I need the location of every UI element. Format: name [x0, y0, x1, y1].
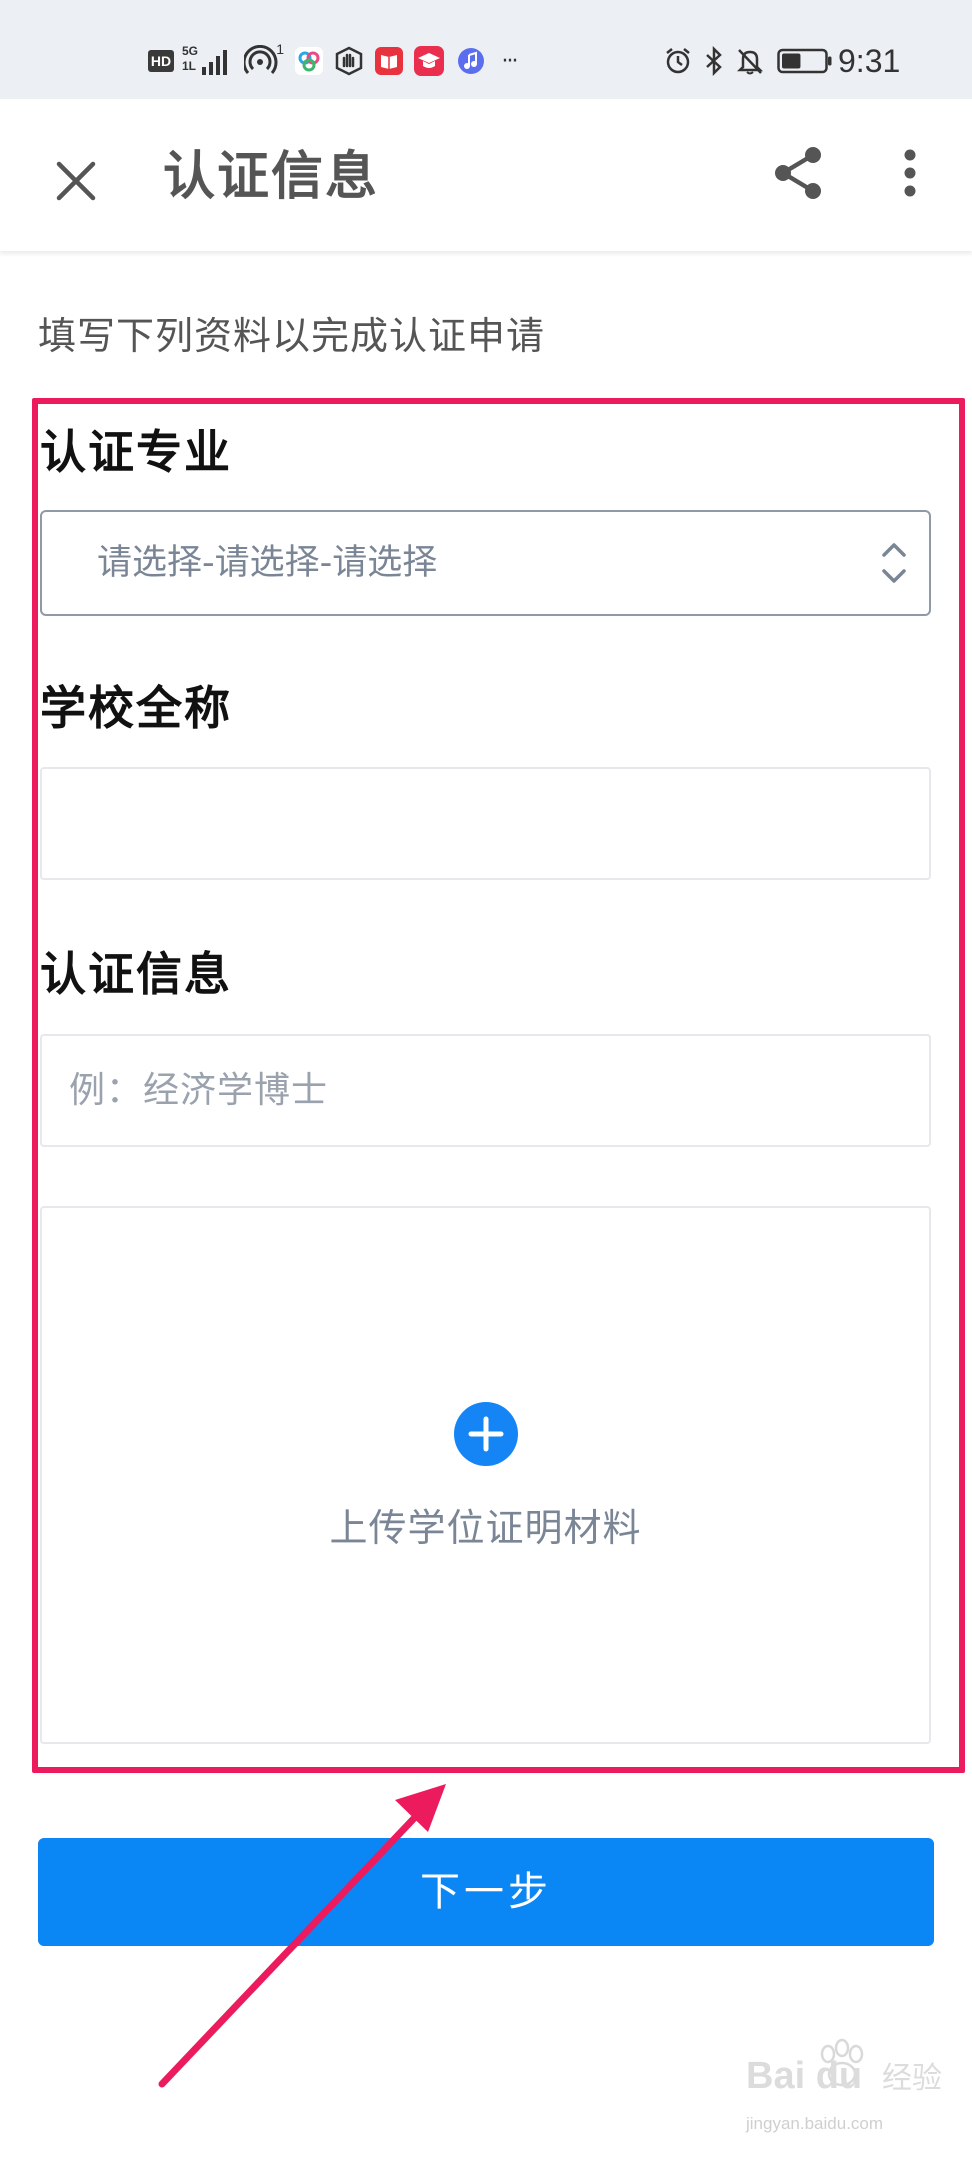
graduation-cap-app-icon	[412, 45, 446, 77]
clock-time: 9:31	[838, 42, 948, 79]
status-bar: HD 5G 1L 1 ··· 9:31	[0, 0, 972, 99]
hd-label: HD	[147, 50, 175, 72]
network-sub-label: 1L	[182, 59, 197, 73]
more-indicator: ···	[501, 48, 519, 74]
share-button[interactable]	[760, 135, 836, 211]
music-app-icon	[454, 45, 488, 77]
watermark-brand: Bai du	[746, 2055, 862, 2097]
battery-icon	[776, 45, 834, 77]
more-notifications-icon: ···	[494, 45, 524, 77]
more-vertical-icon	[904, 149, 916, 197]
close-icon	[56, 161, 96, 201]
mute-icon	[734, 45, 766, 77]
bluetooth-icon	[700, 45, 728, 77]
alarm-icon	[662, 45, 694, 77]
highlight-annotation-box	[32, 398, 965, 1773]
network-type-label: 5G	[182, 44, 199, 58]
watermark-url: jingyan.baidu.com	[746, 2114, 884, 2133]
hd-icon: HD	[146, 45, 176, 77]
baidu-watermark: Bai du 经验 jingyan.baidu.com	[742, 2030, 952, 2145]
colorful-app-icon	[292, 45, 326, 77]
status-time: 9:31	[838, 42, 901, 79]
close-button[interactable]	[34, 139, 118, 223]
more-button[interactable]	[880, 135, 940, 211]
book-app-icon	[372, 45, 406, 77]
baidu-paw-logo: Bai du 经验	[746, 2038, 942, 2097]
next-button[interactable]: 下一步	[38, 1838, 934, 1946]
app-header	[0, 99, 972, 251]
intro-text: 填写下列资料以完成认证申请	[38, 314, 546, 358]
page-title: 认证信息	[163, 147, 380, 207]
hand-app-icon	[332, 45, 366, 77]
watermark-brand-cn: 经验	[882, 2061, 942, 2096]
hotspot-icon: 1	[240, 41, 284, 77]
share-icon	[775, 147, 821, 199]
hotspot-count: 1	[276, 41, 284, 57]
signal-icon: 5G 1L	[182, 44, 230, 77]
